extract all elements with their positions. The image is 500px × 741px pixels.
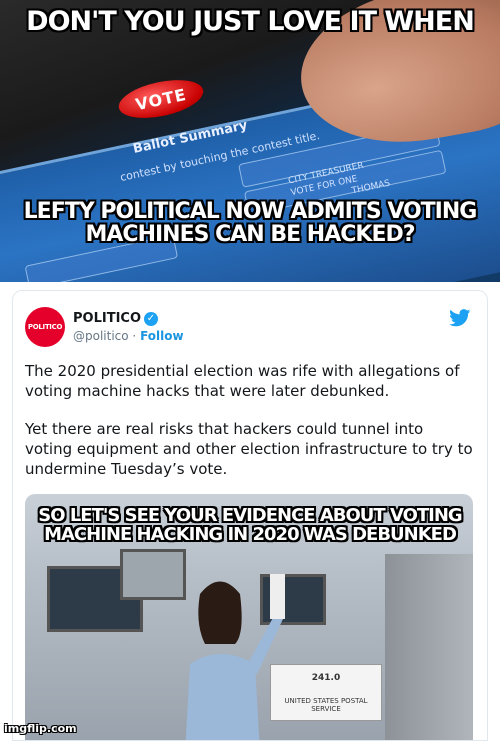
follow-link[interactable]: Follow	[140, 329, 184, 343]
account-name-text: POLITICO	[73, 311, 141, 326]
separator: ·	[128, 329, 141, 343]
ballot-sorting-machine	[385, 554, 473, 740]
handle-text[interactable]: @politico	[73, 329, 129, 343]
top-caption: DON'T YOU JUST LOVE IT WHEN	[26, 6, 475, 37]
avatar[interactable]: POLITICO	[25, 307, 65, 347]
tray-number: 241.0	[311, 673, 341, 683]
account-name[interactable]: POLITICO ✓	[73, 311, 158, 326]
imgflip-watermark: imgflip.com	[4, 722, 77, 735]
usps-tray: 241.0 UNITED STATES POSTAL SERVICE	[270, 664, 382, 721]
tray-label: UNITED STATES POSTAL SERVICE	[284, 697, 368, 713]
tweet-paragraph: The 2020 presidential election was rife …	[25, 362, 460, 400]
middle-caption: LEFTY POLITICAL NOW ADMITS VOTING MACHIN…	[23, 199, 478, 248]
vote-button: VOTE	[115, 73, 207, 125]
tweet-paragraph: Yet there are real risks that hackers co…	[25, 420, 473, 478]
tweet-body: The 2020 presidential election was rife …	[25, 361, 475, 497]
verified-check-icon: ✓	[144, 311, 158, 326]
twitter-bird-icon[interactable]	[449, 309, 471, 327]
election-worker-figure	[185, 574, 285, 740]
account-handle: @politico · Follow	[73, 329, 184, 343]
bottom-caption: SO LET'S SEE YOUR EVIDENCE ABOUT VOTING …	[38, 505, 462, 545]
